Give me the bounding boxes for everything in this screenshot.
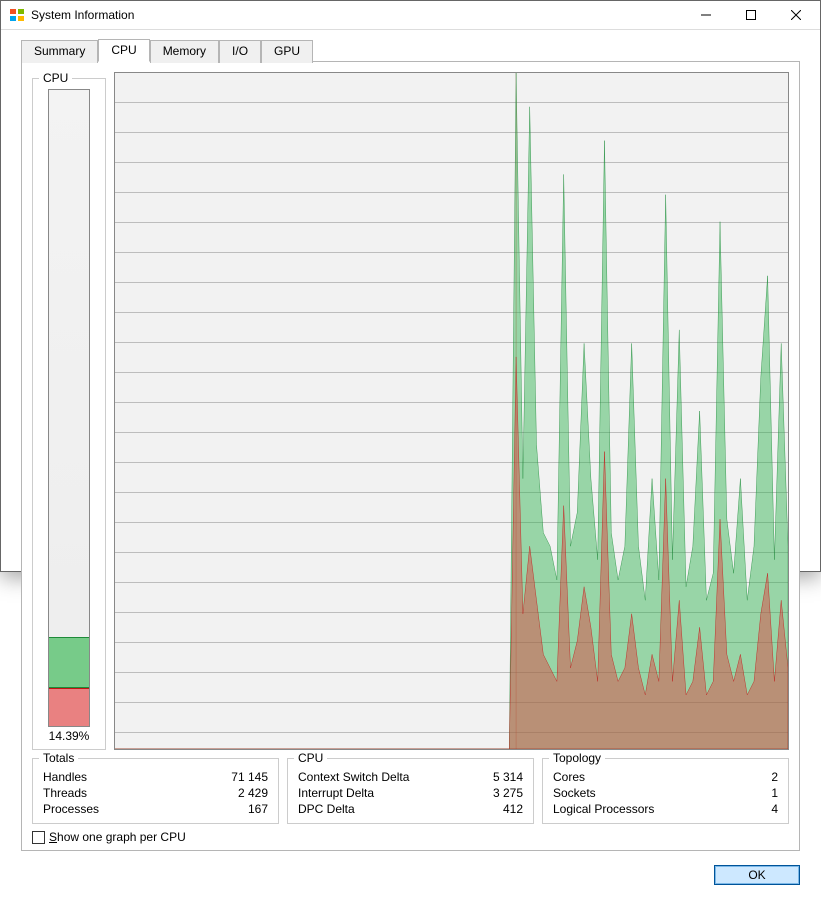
interrupt-delta-value: 3 275 bbox=[493, 786, 523, 800]
app-icon bbox=[9, 7, 25, 23]
show-one-graph-checkbox[interactable] bbox=[32, 831, 45, 844]
gauge-legend: CPU bbox=[39, 71, 72, 85]
cpu-history-chart bbox=[114, 72, 789, 750]
charts-row: CPU 14.39% bbox=[32, 72, 789, 750]
sockets-label: Sockets bbox=[553, 786, 596, 800]
group-totals: Totals Handles71 145 Threads2 429 Proces… bbox=[32, 758, 279, 824]
group-cpu: CPU Context Switch Delta5 314 Interrupt … bbox=[287, 758, 534, 824]
ok-button[interactable]: OK bbox=[714, 865, 800, 885]
checkbox-row: SShow one graph per CPUhow one graph per… bbox=[32, 830, 789, 844]
logical-processors-label: Logical Processors bbox=[553, 802, 654, 816]
handles-value: 71 145 bbox=[231, 770, 268, 784]
show-one-graph-label[interactable]: SShow one graph per CPUhow one graph per… bbox=[49, 830, 186, 844]
group-cpu-gauge: CPU 14.39% bbox=[32, 78, 106, 750]
titlebar: System Information bbox=[1, 1, 820, 30]
window: System Information Summary CPU Memory I/… bbox=[0, 0, 821, 572]
cpu-gauge-label: 14.39% bbox=[49, 729, 90, 743]
context-switch-delta-value: 5 314 bbox=[493, 770, 523, 784]
logical-processors-value: 4 bbox=[771, 802, 778, 816]
window-title: System Information bbox=[31, 8, 683, 22]
cpu-gauge-total bbox=[49, 637, 89, 688]
threads-label: Threads bbox=[43, 786, 87, 800]
threads-value: 2 429 bbox=[238, 786, 268, 800]
tab-cpu[interactable]: CPU bbox=[98, 39, 149, 62]
minimize-button[interactable] bbox=[683, 1, 728, 29]
dpc-delta-value: 412 bbox=[503, 802, 523, 816]
tab-pane-cpu: CPU 14.39% Totals Handles 71 145 Threads 2… bbox=[21, 61, 800, 851]
processes-value: 167 bbox=[248, 802, 268, 816]
handles-label: Handles bbox=[43, 770, 87, 784]
close-button[interactable] bbox=[773, 1, 818, 29]
interrupt-delta-label: Interrupt Delta bbox=[298, 786, 374, 800]
context-switch-delta-label: Context Switch Delta bbox=[298, 770, 409, 784]
tabstrip: Summary CPU Memory I/O GPU bbox=[1, 30, 820, 61]
tab-memory[interactable]: Memory bbox=[150, 40, 219, 63]
cpu-gauge bbox=[48, 89, 90, 727]
cpu-history-svg bbox=[115, 73, 788, 749]
totals-legend: Totals bbox=[39, 751, 78, 765]
cores-label: Cores bbox=[553, 770, 585, 784]
cores-value: 2 bbox=[771, 770, 778, 784]
topology-legend: Topology bbox=[549, 751, 605, 765]
dpc-delta-label: DPC Delta bbox=[298, 802, 355, 816]
group-topology: Topology Cores2 Sockets1 Logical Process… bbox=[542, 758, 789, 824]
cpu-legend: CPU bbox=[294, 751, 327, 765]
tab-gpu[interactable]: GPU bbox=[261, 40, 313, 63]
tab-summary[interactable]: Summary bbox=[21, 40, 98, 63]
tab-io[interactable]: I/O bbox=[219, 40, 261, 63]
maximize-button[interactable] bbox=[728, 1, 773, 29]
button-bar: OK bbox=[1, 859, 820, 899]
processes-label: Processes bbox=[43, 802, 99, 816]
cpu-gauge-kernel bbox=[49, 688, 89, 726]
stats-row: Totals Handles71 145 Threads2 429 Proces… bbox=[32, 758, 789, 824]
sockets-value: 1 bbox=[771, 786, 778, 800]
